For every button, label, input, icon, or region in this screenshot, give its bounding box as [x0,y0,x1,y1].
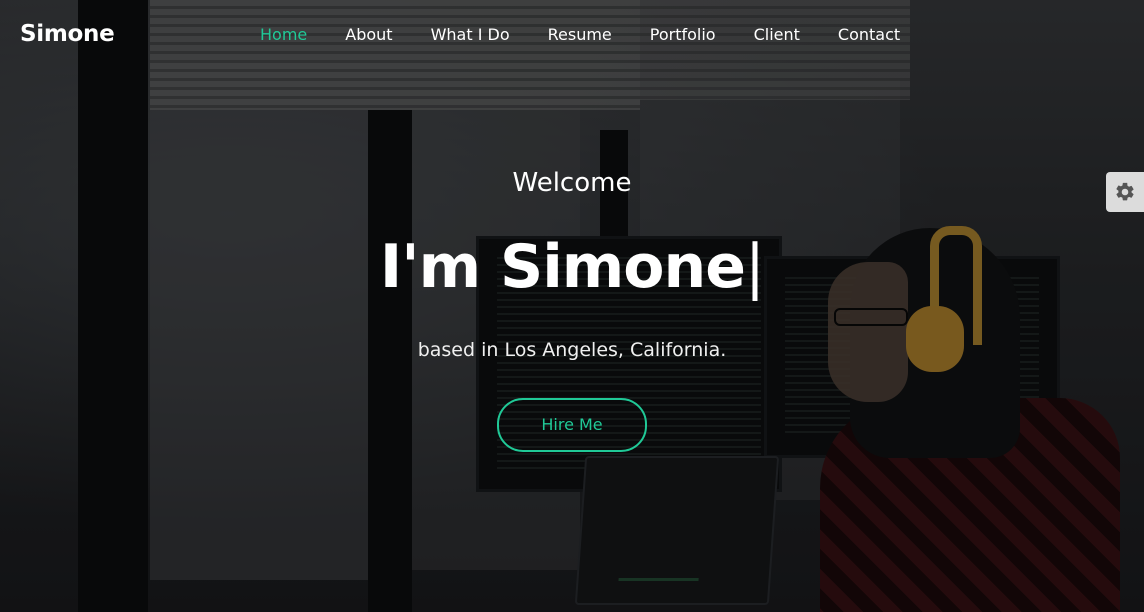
hire-me-button[interactable]: Hire Me [497,398,647,452]
gear-icon [1116,182,1134,201]
typing-cursor: | [744,232,765,302]
hero-subtitle: based in Los Angeles, California. [417,339,727,361]
hero-content: Welcome I'm Simone| based in Los Angeles… [0,0,1144,612]
headline-text: I'm Simone [379,232,746,302]
welcome-text: Welcome [512,168,632,198]
settings-toggle-button[interactable] [1106,172,1144,212]
hero-headline: I'm Simone| [0,232,1144,302]
hero-section: Simone Home About What I Do Resume Portf… [0,0,1144,612]
